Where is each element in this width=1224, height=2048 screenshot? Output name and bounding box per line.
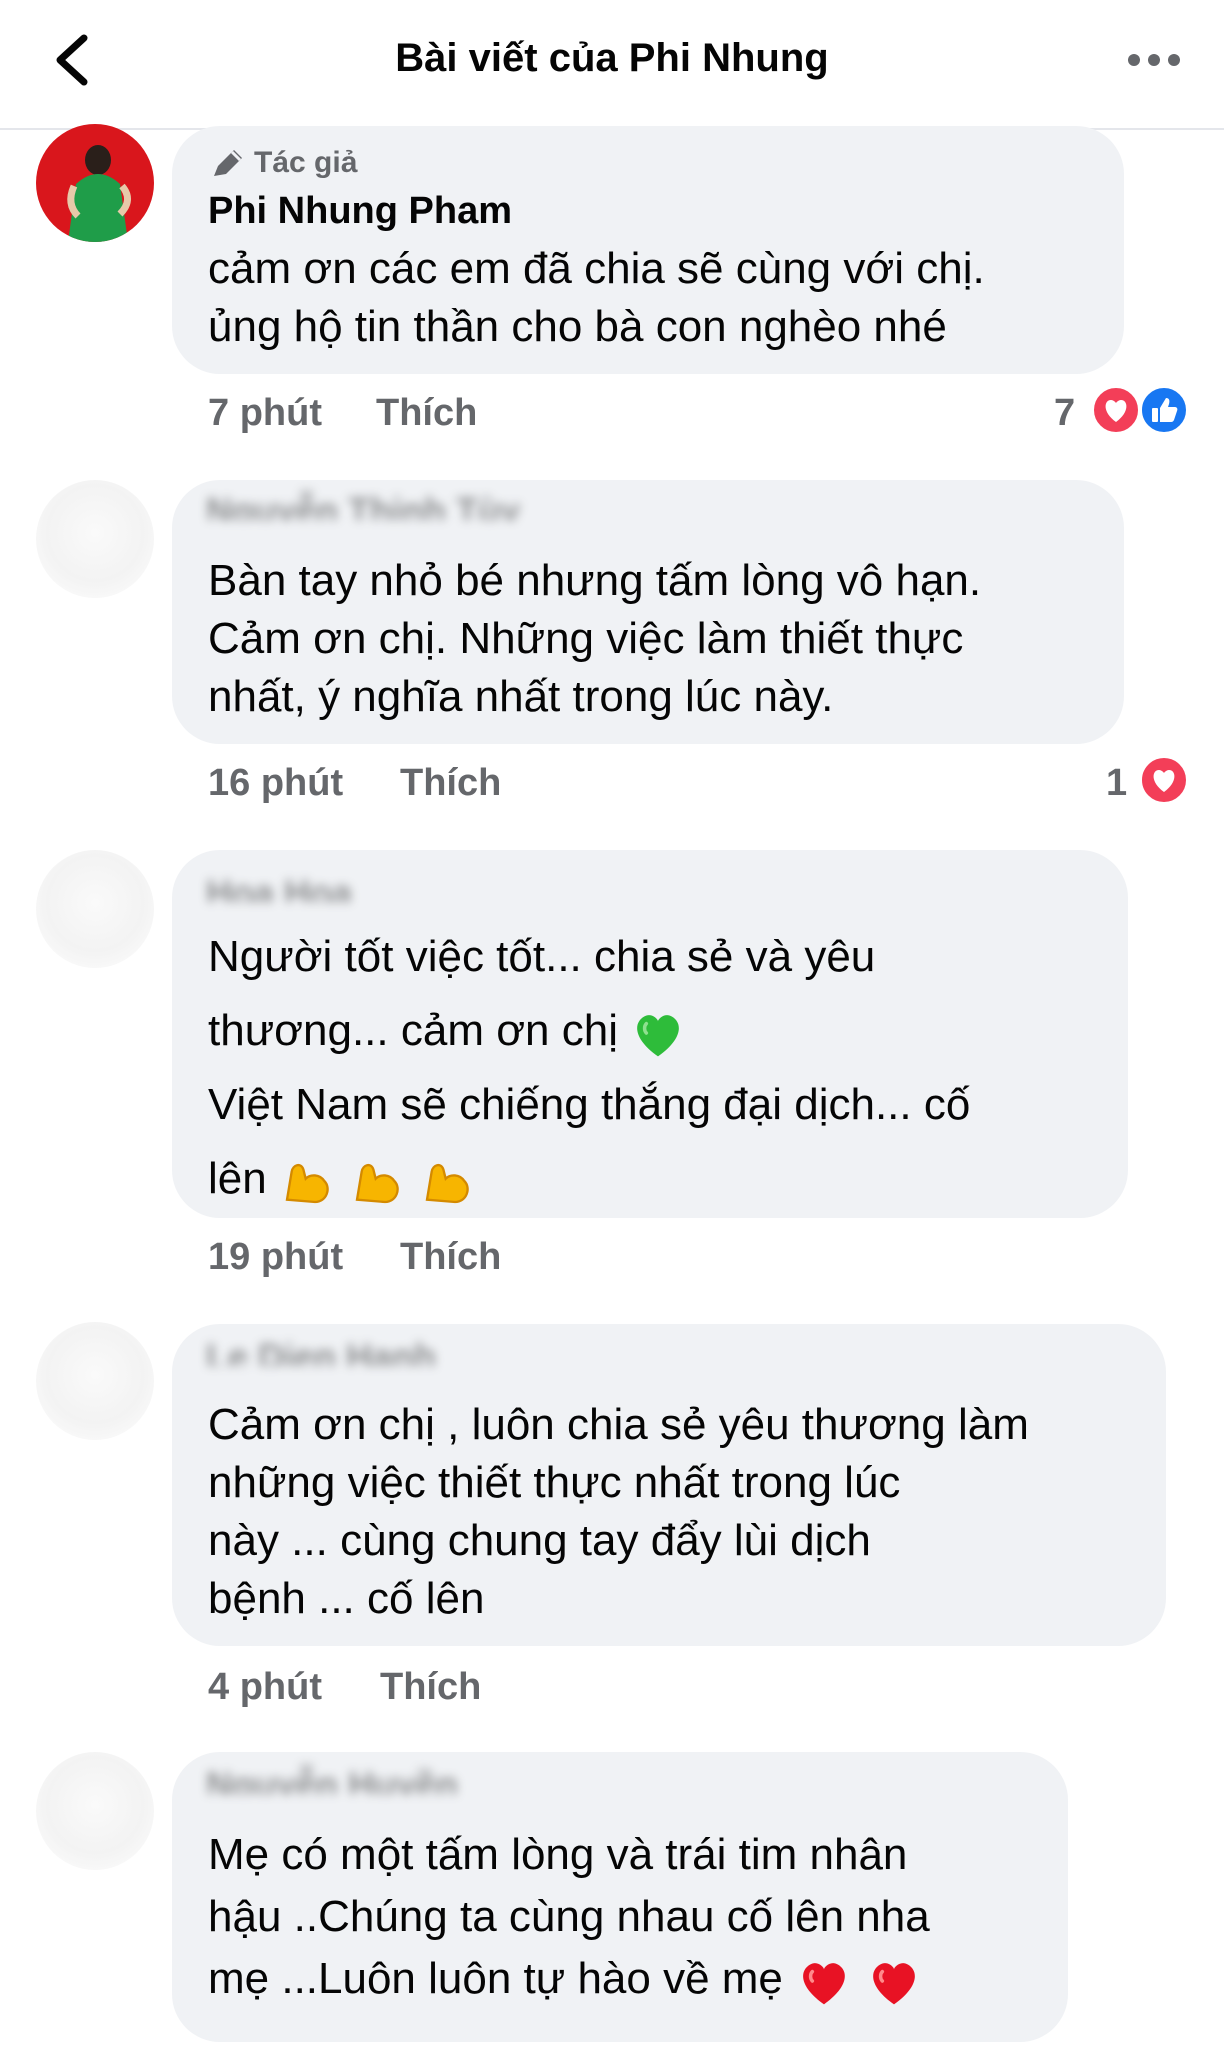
- author-badge-label: Tác giả: [254, 146, 358, 179]
- avatar-photo: [36, 124, 154, 242]
- comment-time[interactable]: 19 phút: [208, 1236, 343, 1279]
- comment-line: những việc thiết thực nhất trong lúc: [208, 1458, 901, 1507]
- comment-time[interactable]: 16 phút: [208, 762, 343, 805]
- comment-line: Cảm ơn chị , luôn chia sẻ yêu thương làm: [208, 1400, 1029, 1449]
- blurred-author-name: Nguyễn Thịnh Tùy: [206, 490, 520, 520]
- comment-line-text: lên: [208, 1154, 267, 1203]
- comment-line: bệnh ... cố lên: [208, 1574, 485, 1623]
- comment-text: cảm ơn các em đã chia sẽ cùng với chị. ủ…: [208, 240, 985, 356]
- comment-text: Cảm ơn chị , luôn chia sẻ yêu thương làm…: [208, 1396, 1029, 1628]
- comment-text: Mẹ có một tấm lòng và trái tim nhân hậu …: [208, 1824, 930, 2010]
- like-button[interactable]: Thích: [400, 762, 501, 805]
- like-button[interactable]: Thích: [400, 1236, 501, 1279]
- like-button[interactable]: Thích: [376, 392, 477, 435]
- blurred-author-name: Le Dien Hanh: [206, 1336, 437, 1366]
- comment-text: Người tốt việc tốt... chia sẻ và yêu thư…: [208, 920, 970, 1216]
- red-heart-emoji: [803, 1963, 845, 2005]
- like-button[interactable]: Thích: [380, 1666, 481, 1709]
- pen-icon: [214, 150, 242, 176]
- comment-line: ủng hộ tin thần cho bà con nghèo nhé: [208, 302, 947, 351]
- comment-author[interactable]: Phi Nhung Pham: [208, 190, 512, 233]
- avatar[interactable]: [36, 850, 154, 968]
- comment-line: này ... cùng chung tay đẩy lùi dịch: [208, 1516, 871, 1565]
- blurred-author-name: Nguyễn Huyền: [206, 1764, 459, 1794]
- comment-line: Bàn tay nhỏ bé nhưng tấm lòng vô hạn.: [208, 556, 982, 605]
- comment-line-text: thương... cảm ơn chị: [208, 1006, 618, 1055]
- comment-text: Bàn tay nhỏ bé nhưng tấm lòng vô hạn. Cả…: [208, 552, 981, 726]
- reaction-count[interactable]: 1: [1106, 762, 1127, 805]
- comment-line: thương... cảm ơn chị: [208, 994, 970, 1068]
- comment-line: Mẹ có một tấm lòng và trái tim nhân: [208, 1830, 908, 1879]
- heart-icon: [1092, 386, 1140, 434]
- flexed-biceps-emoji: [426, 1164, 470, 1204]
- red-heart-emoji: [873, 1963, 916, 2005]
- top-bar: Bài viết của Phi Nhung: [0, 0, 1224, 130]
- comment-line: lên: [208, 1142, 970, 1216]
- flexed-biceps-emoji: [355, 1164, 399, 1204]
- comment-line: nhất, ý nghĩa nhất trong lúc này.: [208, 672, 834, 721]
- like-icon: [1140, 386, 1188, 434]
- comment-line-text: mẹ ...Luôn luôn tự hào về mẹ: [208, 1954, 783, 2003]
- avatar[interactable]: [36, 1322, 154, 1440]
- comment-line: cảm ơn các em đã chia sẽ cùng với chị.: [208, 244, 985, 293]
- blurred-author-name: Hoa Hoa: [206, 872, 353, 902]
- comment-time[interactable]: 7 phút: [208, 392, 322, 435]
- comment-line: hậu ..Chúng ta cùng nhau cố lên nha: [208, 1892, 930, 1941]
- more-options-button[interactable]: [1124, 40, 1184, 80]
- comment-line: Người tốt việc tốt... chia sẻ và yêu: [208, 932, 876, 981]
- author-badge: Tác giả: [210, 146, 357, 180]
- more-dots-icon: [1128, 54, 1180, 66]
- avatar[interactable]: [36, 124, 154, 242]
- reaction-count[interactable]: 7: [1054, 392, 1075, 435]
- avatar[interactable]: [36, 1752, 154, 1870]
- avatar[interactable]: [36, 480, 154, 598]
- comment-line: mẹ ...Luôn luôn tự hào về mẹ: [208, 1948, 930, 2010]
- comment-line: Cảm ơn chị. Những việc làm thiết thực: [208, 614, 964, 663]
- green-heart-emoji: [637, 1015, 680, 1057]
- comment-line: Việt Nam sẽ chiếng thắng đại dịch... cố: [208, 1080, 971, 1129]
- heart-icon: [1140, 756, 1188, 804]
- comment-time[interactable]: 4 phút: [208, 1666, 322, 1709]
- flexed-biceps-emoji: [285, 1164, 329, 1204]
- page-title: Bài viết của Phi Nhung: [395, 36, 829, 80]
